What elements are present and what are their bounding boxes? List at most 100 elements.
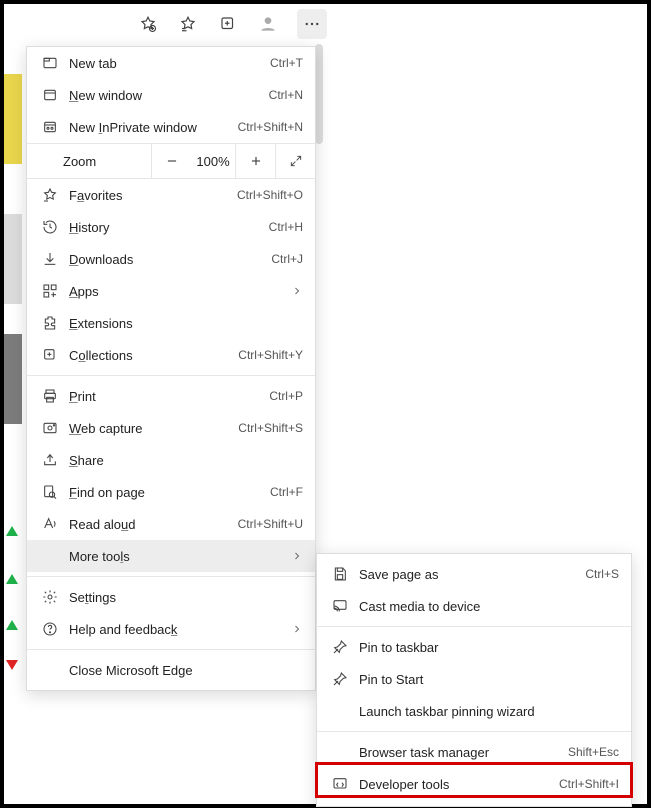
- collections-icon: [39, 347, 61, 363]
- menu-separator: [27, 649, 315, 650]
- menu-item-label: Share: [61, 453, 303, 468]
- marker-triangle: [6, 574, 18, 584]
- chevron-right-icon: [291, 550, 303, 562]
- favorites-button[interactable]: [177, 13, 199, 35]
- submenu-item-pin-taskbar[interactable]: Pin to taskbar: [317, 631, 631, 663]
- web-capture-icon: [39, 420, 61, 436]
- menu-item-label: Downloads: [61, 252, 271, 267]
- menu-item-inprivate[interactable]: New InPrivate window Ctrl+Shift+N: [27, 111, 315, 143]
- menu-item-label: Find on page: [61, 485, 270, 500]
- chevron-right-icon: [291, 623, 303, 635]
- submenu-item-label: Save page as: [351, 567, 585, 582]
- menu-item-label: More tools: [61, 549, 291, 564]
- menu-item-downloads[interactable]: Downloads Ctrl+J: [27, 243, 315, 275]
- favorites-icon: [39, 187, 61, 203]
- submenu-item-label: Cast media to device: [351, 599, 619, 614]
- menu-item-shortcut: Ctrl+Shift+O: [237, 188, 303, 202]
- submenu-item-launch-pinning-wizard[interactable]: Launch taskbar pinning wizard: [317, 695, 631, 727]
- zoom-value: 100%: [191, 154, 235, 169]
- help-icon: [39, 621, 61, 637]
- menu-item-new-window[interactable]: NNew windowew window Ctrl+N: [27, 79, 315, 111]
- menu-item-label: NNew windowew window: [61, 88, 269, 103]
- menu-separator: [27, 375, 315, 376]
- menu-zoom-row: Zoom 100%: [27, 143, 315, 179]
- submenu-item-developer-tools[interactable]: Developer tools Ctrl+Shift+I: [317, 768, 631, 800]
- submenu-separator: [317, 731, 631, 732]
- read-aloud-icon: [39, 516, 61, 532]
- menu-item-label: History: [61, 220, 269, 235]
- submenu-item-label: Pin to Start: [351, 672, 619, 687]
- left-page-stripe: [4, 44, 22, 444]
- collections-button[interactable]: [217, 13, 239, 35]
- menu-item-shortcut: Ctrl+N: [269, 88, 303, 102]
- menu-item-shortcut: Ctrl+P: [269, 389, 303, 403]
- add-favorite-button[interactable]: [137, 13, 159, 35]
- menu-item-label: Collections: [61, 348, 238, 363]
- menu-item-shortcut: Ctrl+Shift+N: [238, 120, 303, 134]
- menu-item-label: Close Microsoft Edge: [61, 663, 303, 678]
- submenu-item-label: Browser task manager: [351, 745, 568, 760]
- menu-item-read-aloud[interactable]: Read aloud Ctrl+Shift+U: [27, 508, 315, 540]
- menu-item-label: Settings: [61, 590, 303, 605]
- history-icon: [39, 219, 61, 235]
- settings-and-more-button[interactable]: [297, 9, 327, 39]
- save-icon: [329, 566, 351, 582]
- new-tab-icon: [39, 55, 61, 71]
- profile-button[interactable]: [257, 13, 279, 35]
- menu-item-shortcut: Ctrl+J: [271, 252, 303, 266]
- menu-item-apps[interactable]: Apps: [27, 275, 315, 307]
- submenu-item-save-page-as[interactable]: Save page as Ctrl+S: [317, 558, 631, 590]
- menu-item-share[interactable]: Share: [27, 444, 315, 476]
- menu-item-extensions[interactable]: Extensions: [27, 307, 315, 339]
- menu-item-web-capture[interactable]: Web capture Ctrl+Shift+S: [27, 412, 315, 444]
- menu-item-more-tools[interactable]: More tools: [27, 540, 315, 572]
- menu-item-shortcut: Ctrl+H: [269, 220, 303, 234]
- apps-icon: [39, 283, 61, 299]
- zoom-in-button[interactable]: [235, 144, 275, 178]
- zoom-out-button[interactable]: [151, 144, 191, 178]
- inprivate-icon: [39, 119, 61, 135]
- submenu-item-shortcut: Ctrl+Shift+I: [559, 777, 619, 791]
- submenu-item-shortcut: Ctrl+S: [585, 567, 619, 581]
- menu-item-print[interactable]: Print Ctrl+P: [27, 380, 315, 412]
- menu-scrollbar[interactable]: [315, 44, 323, 144]
- submenu-item-shortcut: Shift+Esc: [568, 745, 619, 759]
- menu-item-collections[interactable]: Collections Ctrl+Shift+Y: [27, 339, 315, 371]
- menu-item-label: Print: [61, 389, 269, 404]
- menu-item-label: Help and feedback: [61, 622, 291, 637]
- settings-icon: [39, 589, 61, 605]
- menu-item-shortcut: Ctrl+T: [270, 56, 303, 70]
- extensions-icon: [39, 315, 61, 331]
- menu-item-settings[interactable]: Settings: [27, 581, 315, 613]
- menu-item-favorites[interactable]: Favorites Ctrl+Shift+O: [27, 179, 315, 211]
- marker-triangle: [6, 526, 18, 536]
- browser-toolbar-right: [137, 10, 327, 38]
- menu-item-label: Favorites: [61, 188, 237, 203]
- submenu-item-pin-start[interactable]: Pin to Start: [317, 663, 631, 695]
- menu-item-shortcut: Ctrl+Shift+U: [238, 517, 303, 531]
- fullscreen-button[interactable]: [275, 144, 315, 178]
- submenu-item-task-manager[interactable]: Browser task manager Shift+Esc: [317, 736, 631, 768]
- menu-item-label: New tab: [61, 56, 270, 71]
- menu-item-shortcut: Ctrl+F: [270, 485, 303, 499]
- menu-item-label: Apps: [61, 284, 291, 299]
- menu-item-find-on-page[interactable]: Find on page Ctrl+F: [27, 476, 315, 508]
- menu-item-close-edge[interactable]: Close Microsoft Edge: [27, 654, 315, 686]
- submenu-separator: [317, 626, 631, 627]
- menu-item-new-tab[interactable]: New tab Ctrl+T: [27, 47, 315, 79]
- menu-item-history[interactable]: History Ctrl+H: [27, 211, 315, 243]
- marker-triangle: [6, 660, 18, 670]
- menu-item-help-feedback[interactable]: Help and feedback: [27, 613, 315, 645]
- find-icon: [39, 484, 61, 500]
- menu-item-label: Web capture: [61, 421, 238, 436]
- share-icon: [39, 452, 61, 468]
- menu-item-shortcut: Ctrl+Shift+Y: [238, 348, 303, 362]
- submenu-item-cast[interactable]: Cast media to device: [317, 590, 631, 622]
- chevron-right-icon: [291, 285, 303, 297]
- cast-icon: [329, 598, 351, 614]
- devtools-icon: [329, 776, 351, 792]
- submenu-item-label: Launch taskbar pinning wizard: [351, 704, 619, 719]
- pin-icon: [329, 639, 351, 655]
- menu-item-label: Read aloud: [61, 517, 238, 532]
- more-tools-submenu: Save page as Ctrl+S Cast media to device…: [316, 553, 632, 807]
